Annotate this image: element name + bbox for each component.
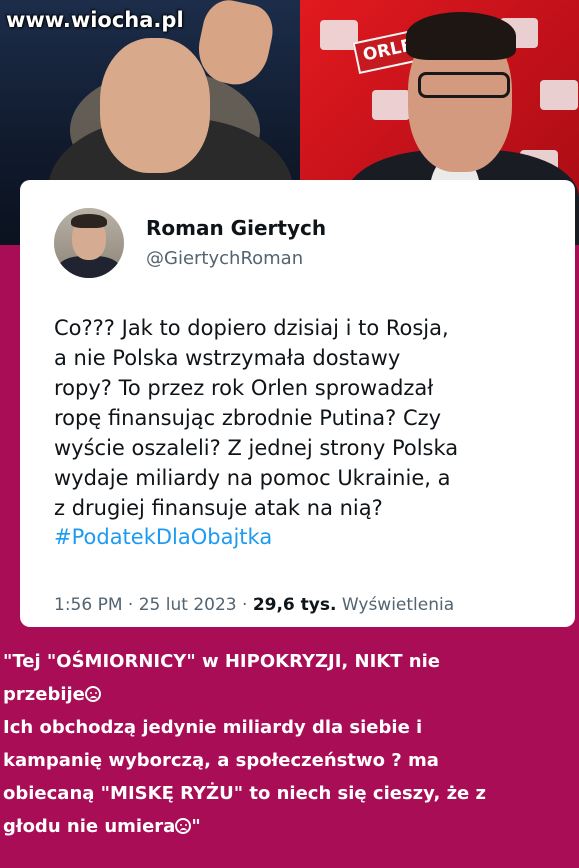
tweet-card[interactable]: Roman Giertych @GiertychRoman Co??? Jak … [20,180,575,627]
tweet-time[interactable]: 1:56 PM [54,595,123,615]
caption-text: głodu nie umiera [3,816,176,837]
tweet-date[interactable]: 25 lut 2023 [139,595,237,615]
question-mark-icon: ? [391,750,402,771]
caption-line: "Tej "OŚMIORNICY" w HIPOKRYZJI, NIKT nie [3,651,440,672]
views-label: Wyświetlenia [341,595,455,615]
caption-line: obiecaną "MISKĘ RYŻU" to niech się ciesz… [3,783,487,804]
person-right-glasses [418,72,510,98]
tweet-meta: 1:56 PM · 25 lut 2023 · 29,6 tys. Wyświe… [54,595,454,615]
sad-face-icon [175,818,192,834]
logo-patch [372,90,410,120]
avatar[interactable] [54,208,124,278]
caption-line: kampanię wyborczą, a społeczeństwo ? ma [3,744,575,777]
meta-separator: · [127,595,134,615]
sad-face-icon [84,686,101,702]
caption-line: przebije [3,678,575,711]
logo-patch [540,80,578,110]
author-name[interactable]: Roman Giertych [146,216,326,240]
views-count: 29,6 tys. [252,595,337,615]
avatar-hair [71,214,107,228]
meta-separator: · [242,595,248,615]
hashtag-link[interactable]: #PodatekDlaObajtka [54,525,272,549]
caption-text: przebije [3,684,85,705]
author-handle[interactable]: @GiertychRoman [146,248,303,269]
person-left-face [100,38,210,173]
tweet-text: Co??? Jak to dopiero dzisiaj i to Rosja,… [54,316,459,520]
caption-line: Ich obchodzą jedynie miliardy dla siebie… [3,717,423,738]
person-right-hair [406,12,516,60]
caption-line: głodu nie umiera " [3,810,575,843]
caption-text: ma [401,750,439,771]
watermark: www.wiocha.pl [6,8,184,32]
caption-text: kampanię wyborczą, a społeczeństwo [3,750,385,771]
caption: "Tej "OŚMIORNICY" w HIPOKRYZJI, NIKT nie… [3,645,575,843]
caption-text: " [191,816,201,837]
